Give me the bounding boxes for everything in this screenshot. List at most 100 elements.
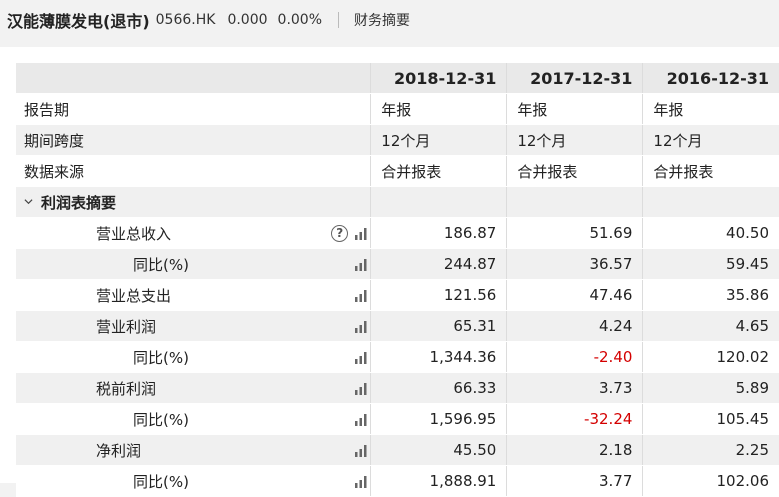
row-label: 税前利润 bbox=[96, 379, 157, 398]
table-cell: 2.25 bbox=[642, 434, 779, 466]
table-cell: 45.50 bbox=[370, 434, 507, 466]
bar-chart-icon[interactable] bbox=[354, 412, 368, 426]
table-cell: -32.24 bbox=[506, 403, 643, 435]
column-header[interactable]: 2017-12-31 bbox=[506, 63, 643, 94]
table-row: 税前利润 66.33 3.73 5.89 bbox=[16, 372, 779, 404]
row-label: 同比(%) bbox=[133, 472, 189, 491]
table-cell: 102.06 bbox=[642, 465, 779, 497]
row-label: 数据来源 bbox=[16, 155, 371, 187]
table-cell: 合并报表 bbox=[506, 155, 643, 187]
table-row: 营业利润 65.31 4.24 4.65 bbox=[16, 310, 779, 342]
table-cell bbox=[642, 186, 779, 218]
section-title: 财务摘要 bbox=[354, 13, 411, 29]
table-cell: 66.33 bbox=[370, 372, 507, 404]
column-header[interactable]: 2018-12-31 bbox=[370, 63, 507, 94]
table-cell: 2.18 bbox=[506, 434, 643, 466]
row-label: 营业利润 bbox=[96, 317, 157, 336]
header-divider bbox=[338, 12, 340, 28]
table-row: 营业总收入 ? 186.87 51.69 40.50 bbox=[16, 217, 779, 249]
table-row: 期间跨度 12个月 12个月 12个月 bbox=[16, 124, 779, 156]
row-label: 营业总支出 bbox=[96, 286, 172, 305]
table-cell: 5.89 bbox=[642, 372, 779, 404]
table-cell: 年报 bbox=[506, 93, 643, 125]
row-label-cell: 同比(%) bbox=[16, 465, 371, 497]
table-cell: 12个月 bbox=[642, 124, 779, 156]
bar-chart-icon[interactable] bbox=[354, 257, 368, 271]
financial-summary-panel: 2018-12-31 2017-12-31 2016-12-31 报告期 年报 … bbox=[0, 47, 779, 497]
table-row: 营业总支出 121.56 47.46 35.86 bbox=[16, 279, 779, 311]
table-cell: 3.73 bbox=[506, 372, 643, 404]
company-name: 汉能薄膜发电(退市) bbox=[7, 12, 150, 31]
row-label: 净利润 bbox=[96, 441, 142, 460]
row-label: 同比(%) bbox=[133, 410, 189, 429]
row-label-cell: 营业总支出 bbox=[16, 279, 371, 311]
bar-chart-icon[interactable] bbox=[354, 474, 368, 488]
stock-price: 0.000 bbox=[227, 12, 268, 28]
table-row: 净利润 45.50 2.18 2.25 bbox=[16, 434, 779, 466]
table-cell: 年报 bbox=[370, 93, 507, 125]
column-header[interactable]: 2016-12-31 bbox=[642, 63, 779, 94]
panel-gutter bbox=[0, 47, 16, 483]
table-header-row: 2018-12-31 2017-12-31 2016-12-31 bbox=[16, 63, 779, 94]
table-cell: 59.45 bbox=[642, 248, 779, 280]
table-cell: 40.50 bbox=[642, 217, 779, 249]
table-cell: 47.46 bbox=[506, 279, 643, 311]
row-label-cell: 净利润 bbox=[16, 434, 371, 466]
table-cell: 51.69 bbox=[506, 217, 643, 249]
chevron-down-icon[interactable] bbox=[24, 197, 33, 206]
table-cell: 12个月 bbox=[506, 124, 643, 156]
table-cell: 4.65 bbox=[642, 310, 779, 342]
bar-chart-icon[interactable] bbox=[354, 288, 368, 302]
table-row: 报告期 年报 年报 年报 bbox=[16, 93, 779, 125]
bar-chart-icon[interactable] bbox=[354, 350, 368, 364]
question-circle-icon[interactable]: ? bbox=[331, 224, 349, 242]
financial-table: 2018-12-31 2017-12-31 2016-12-31 报告期 年报 … bbox=[16, 63, 779, 497]
table-cell: 244.87 bbox=[370, 248, 507, 280]
table-row: 同比(%) 1,888.91 3.77 102.06 bbox=[16, 465, 779, 497]
table-cell: 105.45 bbox=[642, 403, 779, 435]
row-label: 营业总收入 bbox=[96, 224, 172, 243]
stock-code: 0566.HK bbox=[155, 12, 216, 28]
table-cell: 35.86 bbox=[642, 279, 779, 311]
row-label-cell: 同比(%) bbox=[16, 341, 371, 373]
row-label-cell: 营业总收入 ? bbox=[16, 217, 371, 249]
section-row[interactable]: 利润表摘要 bbox=[16, 186, 779, 218]
row-label-cell: 同比(%) bbox=[16, 403, 371, 435]
table-row: 同比(%) 244.87 36.57 59.45 bbox=[16, 248, 779, 280]
row-label: 报告期 bbox=[16, 93, 371, 125]
table-cell: 12个月 bbox=[370, 124, 507, 156]
table-row: 同比(%) 1,596.95 -32.24 105.45 bbox=[16, 403, 779, 435]
bar-chart-icon[interactable] bbox=[354, 381, 368, 395]
header-corner bbox=[16, 63, 371, 94]
table-cell: 合并报表 bbox=[370, 155, 507, 187]
table-cell: 1,344.36 bbox=[370, 341, 507, 373]
table-cell: 年报 bbox=[642, 93, 779, 125]
table-cell: 121.56 bbox=[370, 279, 507, 311]
bar-chart-icon[interactable] bbox=[354, 443, 368, 457]
table-cell: 186.87 bbox=[370, 217, 507, 249]
table-row: 同比(%) 1,344.36 -2.40 120.02 bbox=[16, 341, 779, 373]
section-label: 利润表摘要 bbox=[41, 193, 117, 212]
table-cell: 120.02 bbox=[642, 341, 779, 373]
bar-chart-icon[interactable] bbox=[354, 226, 368, 240]
row-label-cell: 营业利润 bbox=[16, 310, 371, 342]
price-change-pct: 0.00% bbox=[277, 12, 323, 28]
table-cell: 4.24 bbox=[506, 310, 643, 342]
stock-header: 汉能薄膜发电(退市) 0566.HK 0.000 0.00% 财务摘要 bbox=[0, 0, 779, 40]
row-label-cell: 税前利润 bbox=[16, 372, 371, 404]
row-label: 期间跨度 bbox=[16, 124, 371, 156]
table-cell bbox=[506, 186, 643, 218]
section-label-cell[interactable]: 利润表摘要 bbox=[16, 186, 371, 218]
row-label-cell: 同比(%) bbox=[16, 248, 371, 280]
table-cell bbox=[370, 186, 507, 218]
row-label: 同比(%) bbox=[133, 348, 189, 367]
table-cell: 1,596.95 bbox=[370, 403, 507, 435]
table-cell: 1,888.91 bbox=[370, 465, 507, 497]
table-cell: 36.57 bbox=[506, 248, 643, 280]
table-row: 数据来源 合并报表 合并报表 合并报表 bbox=[16, 155, 779, 187]
table-cell: -2.40 bbox=[506, 341, 643, 373]
table-cell: 3.77 bbox=[506, 465, 643, 497]
table-cell: 65.31 bbox=[370, 310, 507, 342]
bar-chart-icon[interactable] bbox=[354, 319, 368, 333]
table-cell: 合并报表 bbox=[642, 155, 779, 187]
